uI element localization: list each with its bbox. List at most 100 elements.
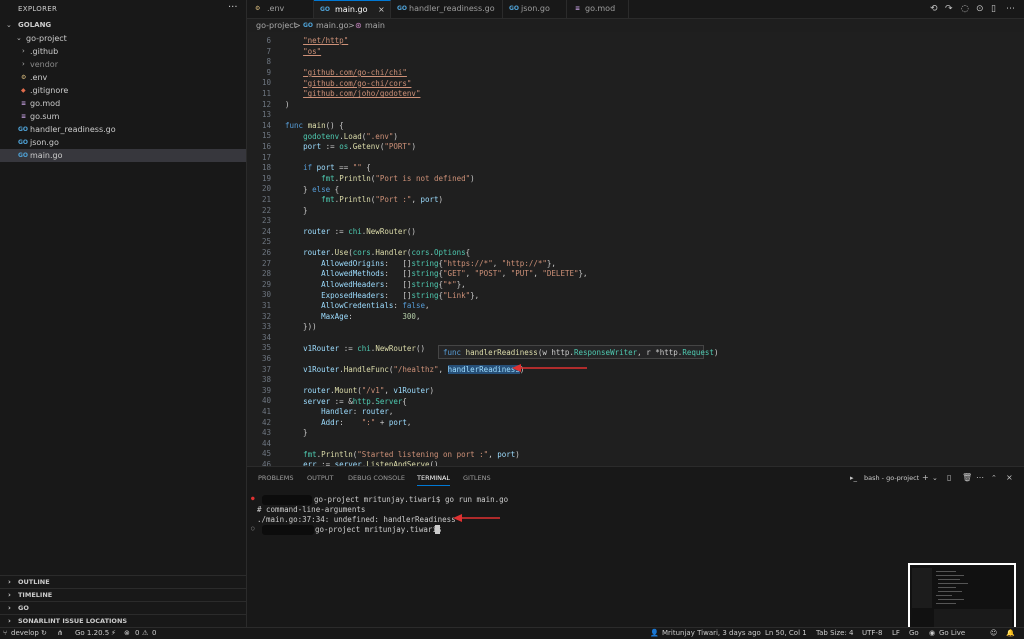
- go-mod-file-icon: ≡: [575, 5, 581, 12]
- status-bar: ⑂ develop ↻ ⋔ Go 1.20.5 ⚡ ⊗ 0 ⚠ 0 👤 Mrit…: [0, 627, 1024, 639]
- file-env[interactable]: ⚙ .env: [0, 71, 246, 84]
- folder-label: go-project: [26, 34, 67, 43]
- symbol-function-icon: ⊛: [355, 21, 362, 30]
- go-file-icon: GO: [18, 152, 29, 159]
- section-sonarlint[interactable]: › SONARLINT ISSUE LOCATIONS: [0, 614, 246, 628]
- chevron-down-icon: ⌄: [16, 34, 22, 42]
- section-go[interactable]: › GO: [0, 601, 246, 615]
- file-handler-readiness[interactable]: GO handler_readiness.go: [0, 123, 246, 136]
- chevron-right-icon: ›: [22, 60, 25, 68]
- file-go-sum[interactable]: ≡ go.sum: [0, 110, 246, 123]
- file-go-mod[interactable]: ≡ go.mod: [0, 97, 246, 110]
- file-label: .env: [30, 73, 48, 82]
- open-changes-icon[interactable]: ◌: [961, 0, 969, 18]
- screen-thumbnail: [908, 563, 1016, 631]
- go-file-icon: GO: [303, 22, 314, 29]
- encoding[interactable]: UTF-8: [862, 628, 882, 639]
- breadcrumb-separator: >: [294, 21, 301, 30]
- breadcrumb-file[interactable]: main.go: [316, 19, 349, 32]
- explorer-sidebar: EXPLORER ··· ⌄ GOLANG ⌄ go-project › .gi…: [0, 0, 247, 627]
- gopls-icon: ⚡: [111, 629, 116, 637]
- tab-label: handler_readiness.go: [409, 4, 495, 13]
- compare-changes-icon[interactable]: ⟲: [930, 0, 938, 18]
- workspace-label: GOLANG: [18, 21, 52, 29]
- tab-handler-readiness[interactable]: GO handler_readiness.go: [391, 0, 503, 18]
- go-sum-file-icon: ≡: [21, 113, 27, 120]
- folder-label: vendor: [30, 60, 58, 69]
- go-forward-icon[interactable]: ↷: [945, 0, 953, 18]
- editor-tab-bar: ⚙ .env GO main.go × GO handler_readiness…: [247, 0, 1024, 19]
- go-file-icon: GO: [320, 6, 331, 13]
- code-editor[interactable]: 6 7 8 9 10 11 12 13 14 15 16 17 18 19 20 21 22 23 24 25 26 27…: [247, 32, 1024, 466]
- cursor-position[interactable]: Ln 50, Col 1: [765, 628, 807, 639]
- source-control-icon: ⑂: [3, 629, 8, 637]
- tab-label: go.mod: [585, 4, 616, 13]
- tab-go-mod[interactable]: ≡ go.mod: [567, 0, 629, 18]
- go-file-icon: GO: [18, 126, 29, 133]
- folder-label: .github: [30, 47, 59, 56]
- go-version[interactable]: Go 1.20.5: [75, 628, 109, 639]
- file-gitignore[interactable]: ◆ .gitignore: [0, 84, 246, 97]
- settings-file-icon: ⚙: [21, 74, 27, 81]
- blame-icon[interactable]: ⊙: [976, 0, 984, 18]
- breadcrumb-separator: >: [348, 21, 355, 30]
- file-label: handler_readiness.go: [30, 125, 116, 134]
- thumbnail-preview: [910, 565, 1014, 629]
- blame-info[interactable]: Mritunjay Tiwari, 3 days ago: [662, 628, 761, 639]
- file-label: .gitignore: [30, 86, 69, 95]
- folder-github[interactable]: › .github: [0, 45, 246, 58]
- explorer-title: EXPLORER: [18, 5, 58, 13]
- go-file-icon: GO: [18, 139, 29, 146]
- error-count[interactable]: 0: [135, 628, 139, 639]
- folder-vendor[interactable]: › vendor: [0, 58, 246, 71]
- tab-json-go[interactable]: GO json.go: [503, 0, 567, 18]
- tab-label: main.go: [335, 5, 368, 14]
- go-live-button[interactable]: Go Live: [939, 628, 965, 639]
- branch-name[interactable]: develop: [11, 628, 39, 639]
- breadcrumb-folder[interactable]: go-project: [256, 19, 297, 32]
- git-file-icon: ◆: [21, 87, 26, 94]
- warning-count[interactable]: 0: [152, 628, 156, 639]
- sync-icon[interactable]: ↻: [41, 628, 47, 639]
- settings-file-icon: ⚙: [255, 5, 261, 12]
- go-mod-file-icon: ≡: [21, 100, 27, 107]
- go-file-icon: GO: [397, 5, 408, 12]
- workspace-root[interactable]: ⌄ GOLANG: [0, 19, 246, 32]
- warning-icon[interactable]: ⚠: [142, 628, 148, 639]
- person-icon: 👤: [650, 629, 659, 637]
- red-arrow-annotation: [453, 514, 500, 522]
- hover-tooltip: func handlerReadiness(w http.ResponseWri…: [438, 345, 718, 359]
- section-timeline[interactable]: › TIMELINE: [0, 588, 246, 602]
- breadcrumb-symbol[interactable]: main: [365, 19, 385, 32]
- file-label: json.go: [30, 138, 59, 147]
- file-label: go.sum: [30, 112, 60, 121]
- close-icon[interactable]: ×: [378, 1, 385, 19]
- error-icon[interactable]: ⊗: [124, 628, 130, 639]
- tab-env[interactable]: ⚙ .env: [247, 0, 314, 18]
- red-arrow-annotation: [512, 364, 587, 372]
- tab-label: .env: [267, 4, 285, 13]
- broadcast-icon: ◉: [929, 629, 936, 637]
- git-graph-icon: ⋔: [57, 629, 63, 637]
- tab-size[interactable]: Tab Size: 4: [816, 628, 853, 639]
- more-actions-icon[interactable]: ⋯: [1006, 0, 1015, 18]
- breadcrumb: go-project > GO main.go > ⊛ main: [247, 19, 1024, 32]
- split-editor-icon[interactable]: ▯: [991, 0, 996, 18]
- file-json-go[interactable]: GO json.go: [0, 136, 246, 149]
- annotation-layer: [512, 364, 587, 372]
- tab-label: json.go: [521, 4, 550, 13]
- file-label: main.go: [30, 151, 63, 160]
- language-mode[interactable]: Go: [909, 628, 919, 639]
- file-label: go.mod: [30, 99, 61, 108]
- chevron-down-icon: ⌄: [6, 21, 12, 29]
- feedback-icon[interactable]: ☺: [990, 628, 997, 639]
- line-ending[interactable]: LF: [892, 628, 900, 639]
- go-file-icon: GO: [509, 5, 520, 12]
- chevron-right-icon: ›: [22, 47, 25, 55]
- section-outline[interactable]: › OUTLINE: [0, 575, 246, 589]
- file-main-go[interactable]: GO main.go: [0, 149, 246, 162]
- more-actions-icon[interactable]: ···: [228, 2, 238, 13]
- notifications-icon[interactable]: 🔔: [1006, 628, 1015, 639]
- tab-main-go[interactable]: GO main.go ×: [314, 0, 391, 18]
- folder-go-project[interactable]: ⌄ go-project: [0, 32, 246, 45]
